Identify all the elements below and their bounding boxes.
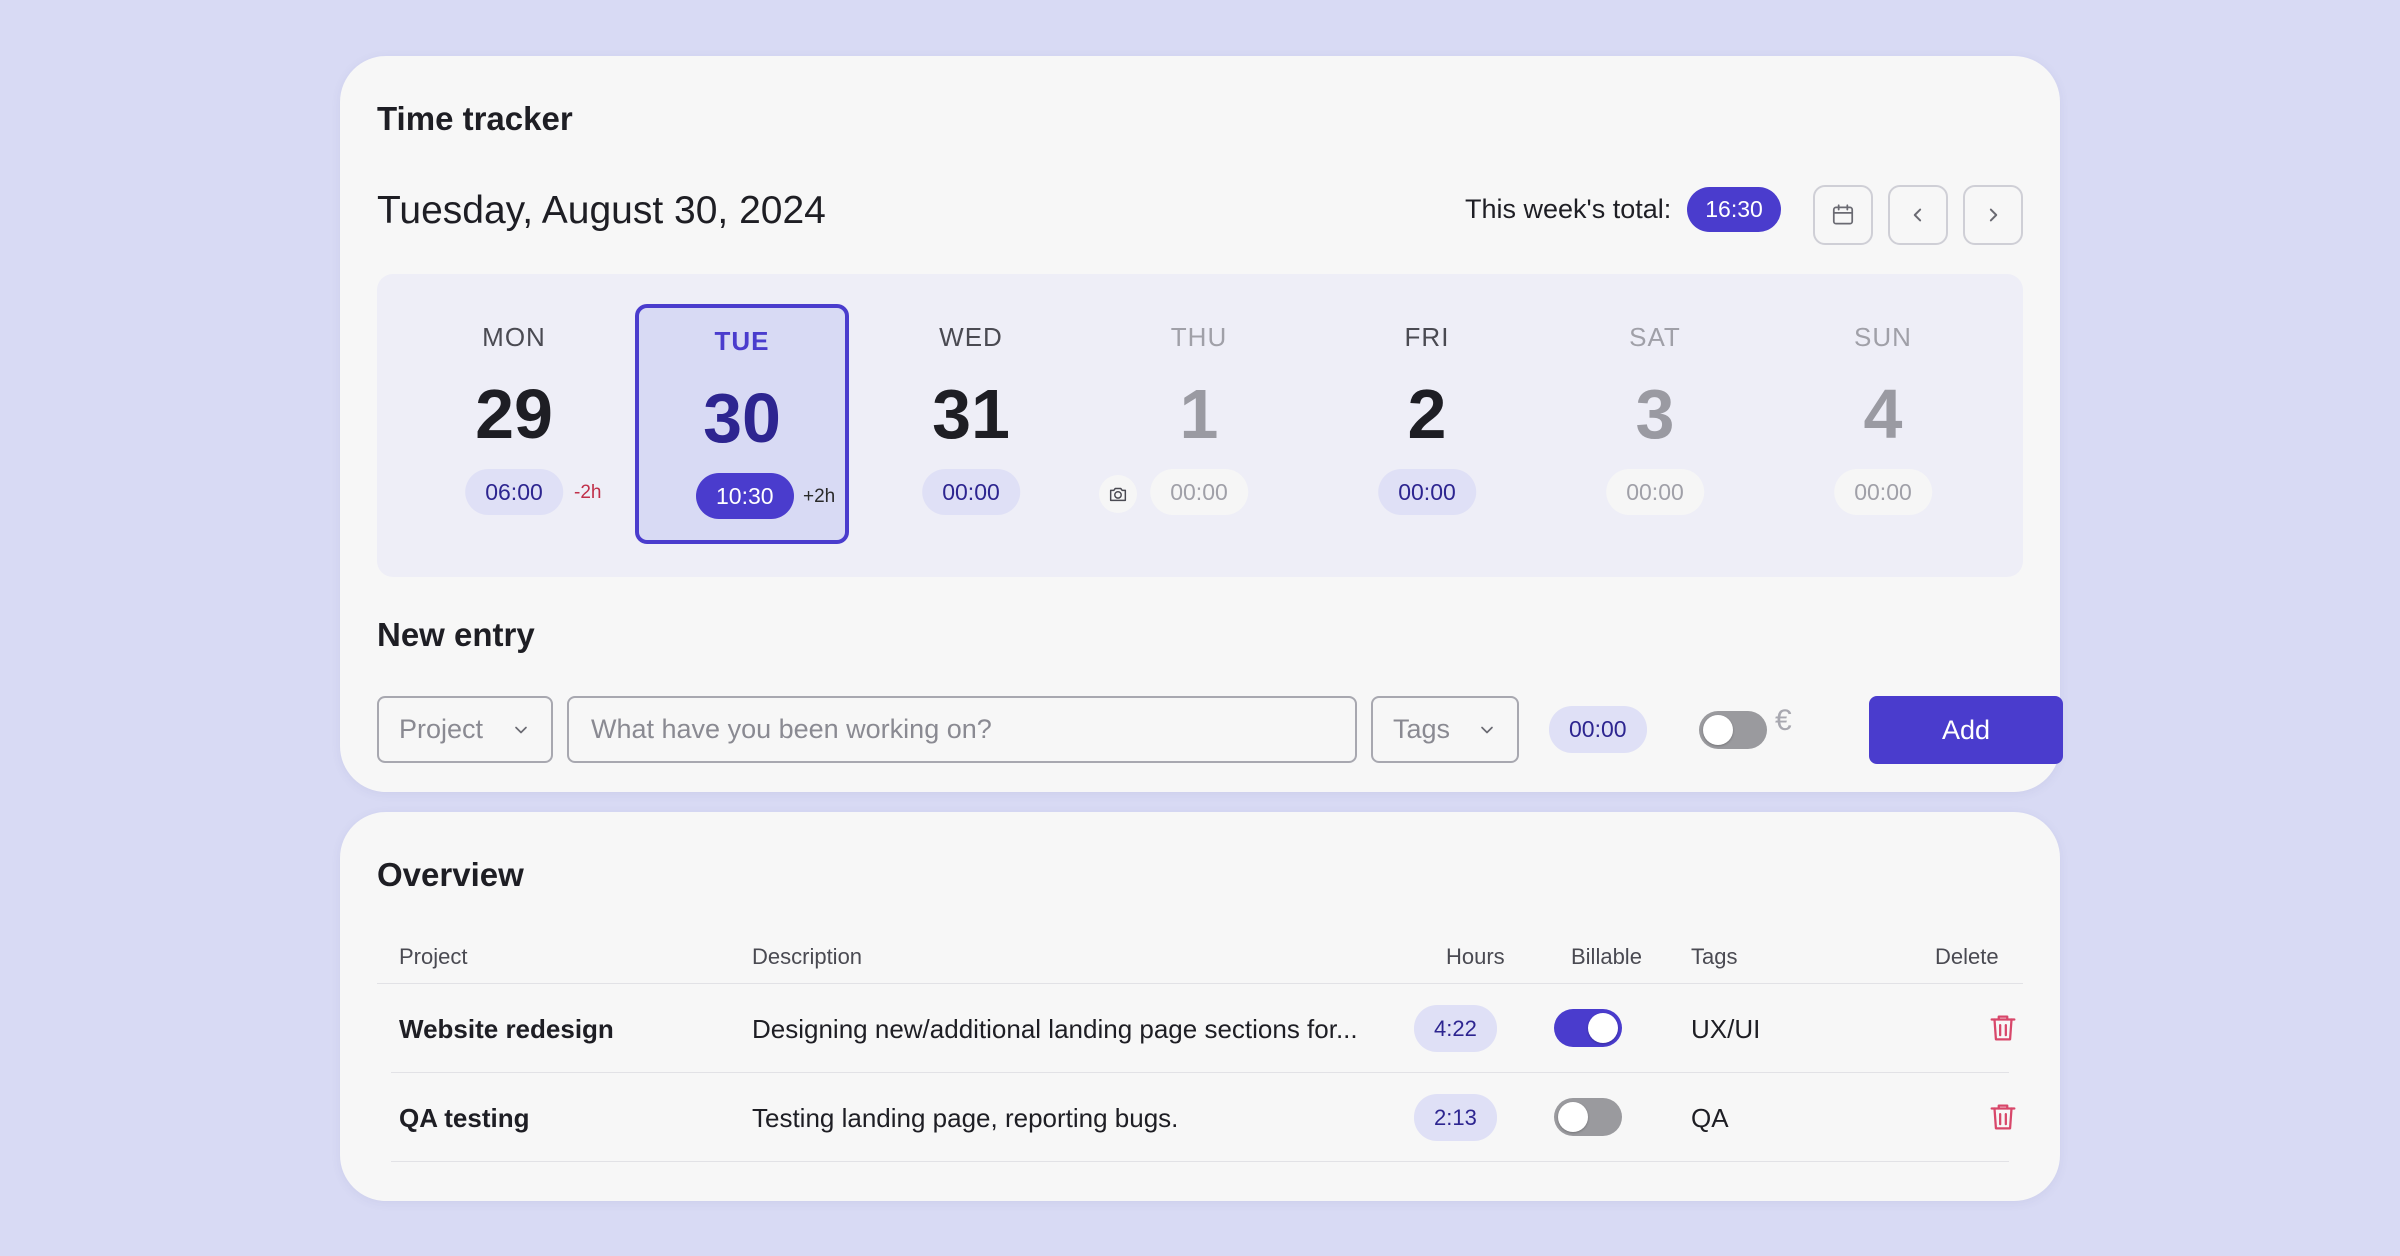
- day-hours-badge: 00:00: [1606, 469, 1704, 515]
- week-total: This week's total: 16:30: [1465, 186, 1781, 232]
- day-name: THU: [1170, 322, 1228, 352]
- row-hours-badge: 4:22: [1414, 1005, 1497, 1052]
- table-row: QA testing Testing landing page, reporti…: [391, 1073, 2016, 1162]
- current-date-heading: Tuesday, August 30, 2024: [377, 189, 826, 232]
- billable-toggle[interactable]: [1699, 711, 1767, 749]
- week-strip: MON 29 06:00 -2h TUE 30 10:30 +2h WED 31…: [377, 274, 2023, 577]
- day-hours-badge: 00:00: [922, 469, 1020, 515]
- day-sunday[interactable]: SUN 4 00:00: [1776, 304, 1990, 544]
- row-billable-toggle[interactable]: [1554, 1098, 1622, 1136]
- chevron-left-icon: [1913, 208, 1922, 222]
- day-name: MON: [482, 322, 546, 352]
- new-entry-title: New entry: [377, 616, 535, 653]
- row-description: Testing landing page, reporting bugs.: [752, 1103, 1179, 1133]
- tags-select[interactable]: Tags: [1371, 696, 1519, 763]
- week-total-label: This week's total:: [1465, 193, 1672, 224]
- day-name: WED: [939, 322, 1003, 352]
- camera-icon[interactable]: [1099, 475, 1137, 513]
- project-select-label: Project: [399, 714, 484, 744]
- column-header-project: Project: [399, 944, 468, 969]
- day-number: 29: [475, 375, 553, 453]
- toggle-knob: [1588, 1013, 1618, 1043]
- overview-title: Overview: [377, 856, 524, 893]
- column-header-description: Description: [752, 944, 863, 969]
- table-header: Project Description Hours Billable Tags …: [377, 932, 2023, 984]
- new-entry-form: Project Tags 00:00 € Add: [377, 696, 2063, 764]
- day-hours-badge: 10:30: [696, 473, 794, 519]
- calendar-icon: [1832, 204, 1854, 225]
- day-number: 4: [1863, 375, 1903, 453]
- day-hours-badge: 00:00: [1378, 469, 1476, 515]
- project-select[interactable]: Project: [377, 696, 553, 763]
- row-tags: QA: [1691, 1103, 1729, 1133]
- day-number: 3: [1635, 375, 1675, 453]
- page-title: Time tracker: [377, 100, 573, 137]
- next-week-button[interactable]: [1963, 185, 2023, 245]
- row-hours-badge: 2:13: [1414, 1094, 1497, 1141]
- description-input[interactable]: [567, 696, 1357, 763]
- day-hours-badge: 00:00: [1150, 469, 1248, 515]
- table-row: Website redesign Designing new/additiona…: [391, 984, 2016, 1073]
- day-hours-diff: +2h: [803, 486, 836, 507]
- day-name: FRI: [1404, 322, 1450, 352]
- euro-icon: €: [1775, 704, 1792, 737]
- day-tuesday[interactable]: TUE 30 10:30 +2h: [635, 304, 849, 544]
- day-number: 2: [1407, 375, 1447, 453]
- day-hours-diff: -2h: [574, 482, 602, 503]
- day-friday[interactable]: FRI 2 00:00: [1320, 304, 1534, 544]
- previous-week-button[interactable]: [1888, 185, 1948, 245]
- add-entry-button[interactable]: Add: [1869, 696, 2063, 764]
- toggle-knob: [1703, 715, 1733, 745]
- day-number: 30: [703, 379, 781, 457]
- column-header-hours: Hours: [1446, 944, 1505, 969]
- day-number: 1: [1179, 375, 1219, 453]
- day-thursday[interactable]: THU 1 00:00: [1092, 304, 1306, 544]
- day-wednesday[interactable]: WED 31 00:00: [864, 304, 1078, 544]
- entries-table: Project Description Hours Billable Tags …: [377, 932, 2023, 1162]
- column-header-tags: Tags: [1691, 944, 1738, 969]
- entry-hours-field[interactable]: 00:00: [1549, 706, 1647, 753]
- calendar-button[interactable]: [1813, 185, 1873, 245]
- day-hours-badge: 00:00: [1834, 469, 1932, 515]
- row-project: Website redesign: [399, 1014, 614, 1044]
- row-project: QA testing: [399, 1103, 530, 1133]
- day-saturday[interactable]: SAT 3 00:00: [1548, 304, 1762, 544]
- day-name: SAT: [1629, 322, 1681, 352]
- row-billable-toggle[interactable]: [1554, 1009, 1622, 1047]
- row-description: Designing new/additional landing page se…: [752, 1014, 1358, 1044]
- time-tracker-card: Time tracker Tuesday, August 30, 2024 Th…: [340, 56, 2063, 792]
- column-header-billable: Billable: [1571, 944, 1642, 969]
- toggle-knob: [1558, 1102, 1588, 1132]
- chevron-down-icon: [515, 726, 527, 733]
- day-name: TUE: [714, 326, 770, 356]
- chevron-down-icon: [1481, 726, 1493, 733]
- chevron-right-icon: [1989, 208, 1998, 222]
- column-header-delete: Delete: [1935, 944, 1999, 969]
- overview-card: Overview Project Description Hours Billa…: [340, 812, 2060, 1201]
- day-monday[interactable]: MON 29 06:00 -2h: [407, 304, 621, 544]
- day-name: SUN: [1854, 322, 1912, 352]
- tags-select-label: Tags: [1393, 714, 1451, 744]
- day-hours-badge: 06:00: [465, 469, 563, 515]
- trash-icon[interactable]: [1986, 1100, 2020, 1134]
- row-tags: UX/UI: [1691, 1014, 1761, 1044]
- day-number: 31: [932, 375, 1010, 453]
- week-total-badge: 16:30: [1687, 186, 1781, 232]
- trash-icon[interactable]: [1986, 1011, 2020, 1045]
